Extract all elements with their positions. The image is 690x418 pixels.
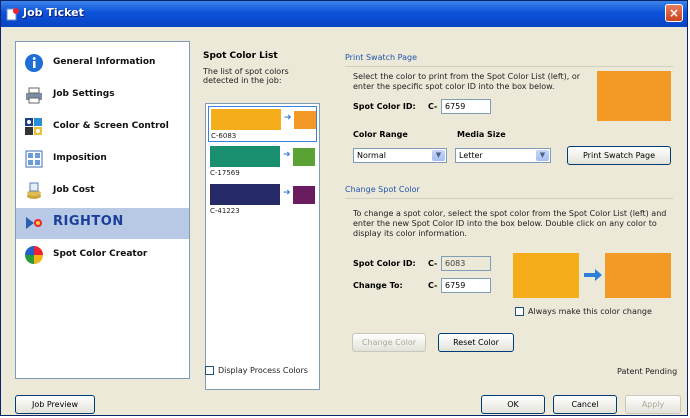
job-cost-icon <box>27 182 41 199</box>
nav-item-color-screen-control[interactable]: Color & Screen Control <box>16 112 189 143</box>
display-process-colors-checkbox[interactable] <box>205 366 214 375</box>
nav-label: Color & Screen Control <box>53 121 169 131</box>
arrow-right-icon: ➜ <box>283 150 291 160</box>
job-preview-button[interactable]: Job Preview <box>15 395 95 414</box>
spot-color-list-description: The list of spot colors detected in the … <box>203 67 289 85</box>
cancel-button[interactable]: Cancel <box>553 395 617 414</box>
color-range-value: Normal <box>357 151 386 160</box>
always-change-checkbox[interactable] <box>515 307 524 316</box>
nav-item-righton[interactable]: RIGHTON <box>16 208 189 239</box>
spot-color-label: C-17569 <box>210 169 240 177</box>
spot-color-list-title: Spot Color List <box>203 51 278 61</box>
print-spot-id-input[interactable]: 6759 <box>441 99 491 114</box>
color-range-label: Color Range <box>353 130 408 139</box>
display-process-colors-label: Display Process Colors <box>218 366 308 375</box>
change-spot-id-label: Spot Color ID: <box>353 259 416 268</box>
nav-item-spot-color-creator[interactable]: Spot Color Creator <box>16 240 189 271</box>
spot-color-item[interactable]: ➜ C-6083 <box>208 106 317 142</box>
change-spot-id-field: 6083 <box>441 256 491 271</box>
nav-item-job-settings[interactable]: Job Settings <box>16 80 189 111</box>
nav-item-job-cost[interactable]: Job Cost <box>16 176 189 207</box>
source-swatch <box>211 109 281 130</box>
target-swatch <box>294 111 316 129</box>
close-icon: × <box>668 6 680 20</box>
print-swatch-preview <box>597 71 671 121</box>
dialog-body: General Information Job Settings Color &… <box>5 31 683 391</box>
nav-panel: General Information Job Settings Color &… <box>15 41 190 379</box>
ok-button[interactable]: OK <box>481 395 545 414</box>
arrow-right-icon: ➜ <box>284 113 292 123</box>
spot-color-id-prefix: C- <box>428 102 438 111</box>
spot-color-list[interactable]: ➜ C-6083 ➜ C-17569 ➜ C-41223 <box>205 103 320 390</box>
printer-icon <box>26 87 42 104</box>
source-swatch <box>210 146 280 167</box>
arrow-right-icon: ➜ <box>283 188 291 198</box>
nav-item-general-information[interactable]: General Information <box>16 48 189 79</box>
close-button[interactable]: × <box>665 4 683 22</box>
job-ticket-app-icon <box>6 8 19 21</box>
arrow-right-icon <box>584 269 602 281</box>
chevron-down-icon[interactable]: ▼ <box>432 150 445 161</box>
media-size-value: Letter <box>459 151 483 160</box>
group-divider <box>345 66 673 67</box>
change-to-label: Change To: <box>353 281 403 290</box>
spot-color-item[interactable]: ➜ C-17569 <box>208 144 317 180</box>
print-swatch-instructions: Select the color to print from the Spot … <box>353 72 581 91</box>
print-swatch-group-title: Print Swatch Page <box>345 53 417 62</box>
nav-label: Job Settings <box>53 89 115 99</box>
media-size-label: Media Size <box>457 130 506 139</box>
title-bar: Job Ticket × <box>1 1 687 27</box>
spot-color-label: C-6083 <box>211 132 237 140</box>
nav-item-imposition[interactable]: Imposition <box>16 144 189 175</box>
nav-label: Spot Color Creator <box>53 249 148 259</box>
always-change-label: Always make this color change <box>528 307 652 316</box>
patent-pending-text: Patent Pending <box>617 367 678 376</box>
change-spot-instructions: To change a spot color, select the spot … <box>353 209 667 238</box>
change-spot-group-title: Change Spot Color <box>345 185 420 194</box>
reset-color-button[interactable]: Reset Color <box>438 333 514 352</box>
nav-label: Imposition <box>53 153 107 163</box>
spot-color-id-label: Spot Color ID: <box>353 102 416 111</box>
change-to-swatch <box>605 253 671 298</box>
media-size-select[interactable]: Letter ▼ <box>455 148 551 163</box>
change-to-input[interactable]: 6759 <box>441 278 491 293</box>
apply-button[interactable]: Apply <box>625 395 681 414</box>
nav-label: General Information <box>53 57 156 67</box>
job-ticket-window: Job Ticket × General Information Job Set… <box>0 0 688 416</box>
nav-label: RIGHTON <box>53 214 124 229</box>
spot-color-item[interactable]: ➜ C-41223 <box>208 182 317 218</box>
nav-label: Job Cost <box>53 185 95 195</box>
change-from-swatch <box>513 253 579 298</box>
source-swatch <box>210 184 280 205</box>
color-screen-icon <box>25 118 42 135</box>
change-spot-id-prefix: C- <box>428 259 438 268</box>
change-to-prefix: C- <box>428 281 438 290</box>
print-swatch-page-button[interactable]: Print Swatch Page <box>567 146 671 165</box>
info-icon <box>25 54 43 72</box>
target-swatch <box>293 186 315 204</box>
change-color-button[interactable]: Change Color <box>352 333 426 352</box>
target-swatch <box>293 148 315 166</box>
spot-color-label: C-41223 <box>210 207 240 215</box>
color-wheel-icon <box>25 246 43 264</box>
righton-icon <box>26 217 42 229</box>
group-divider <box>345 198 673 199</box>
color-range-select[interactable]: Normal ▼ <box>353 148 447 163</box>
window-title: Job Ticket <box>23 6 84 19</box>
chevron-down-icon[interactable]: ▼ <box>536 150 549 161</box>
imposition-icon <box>25 150 43 168</box>
